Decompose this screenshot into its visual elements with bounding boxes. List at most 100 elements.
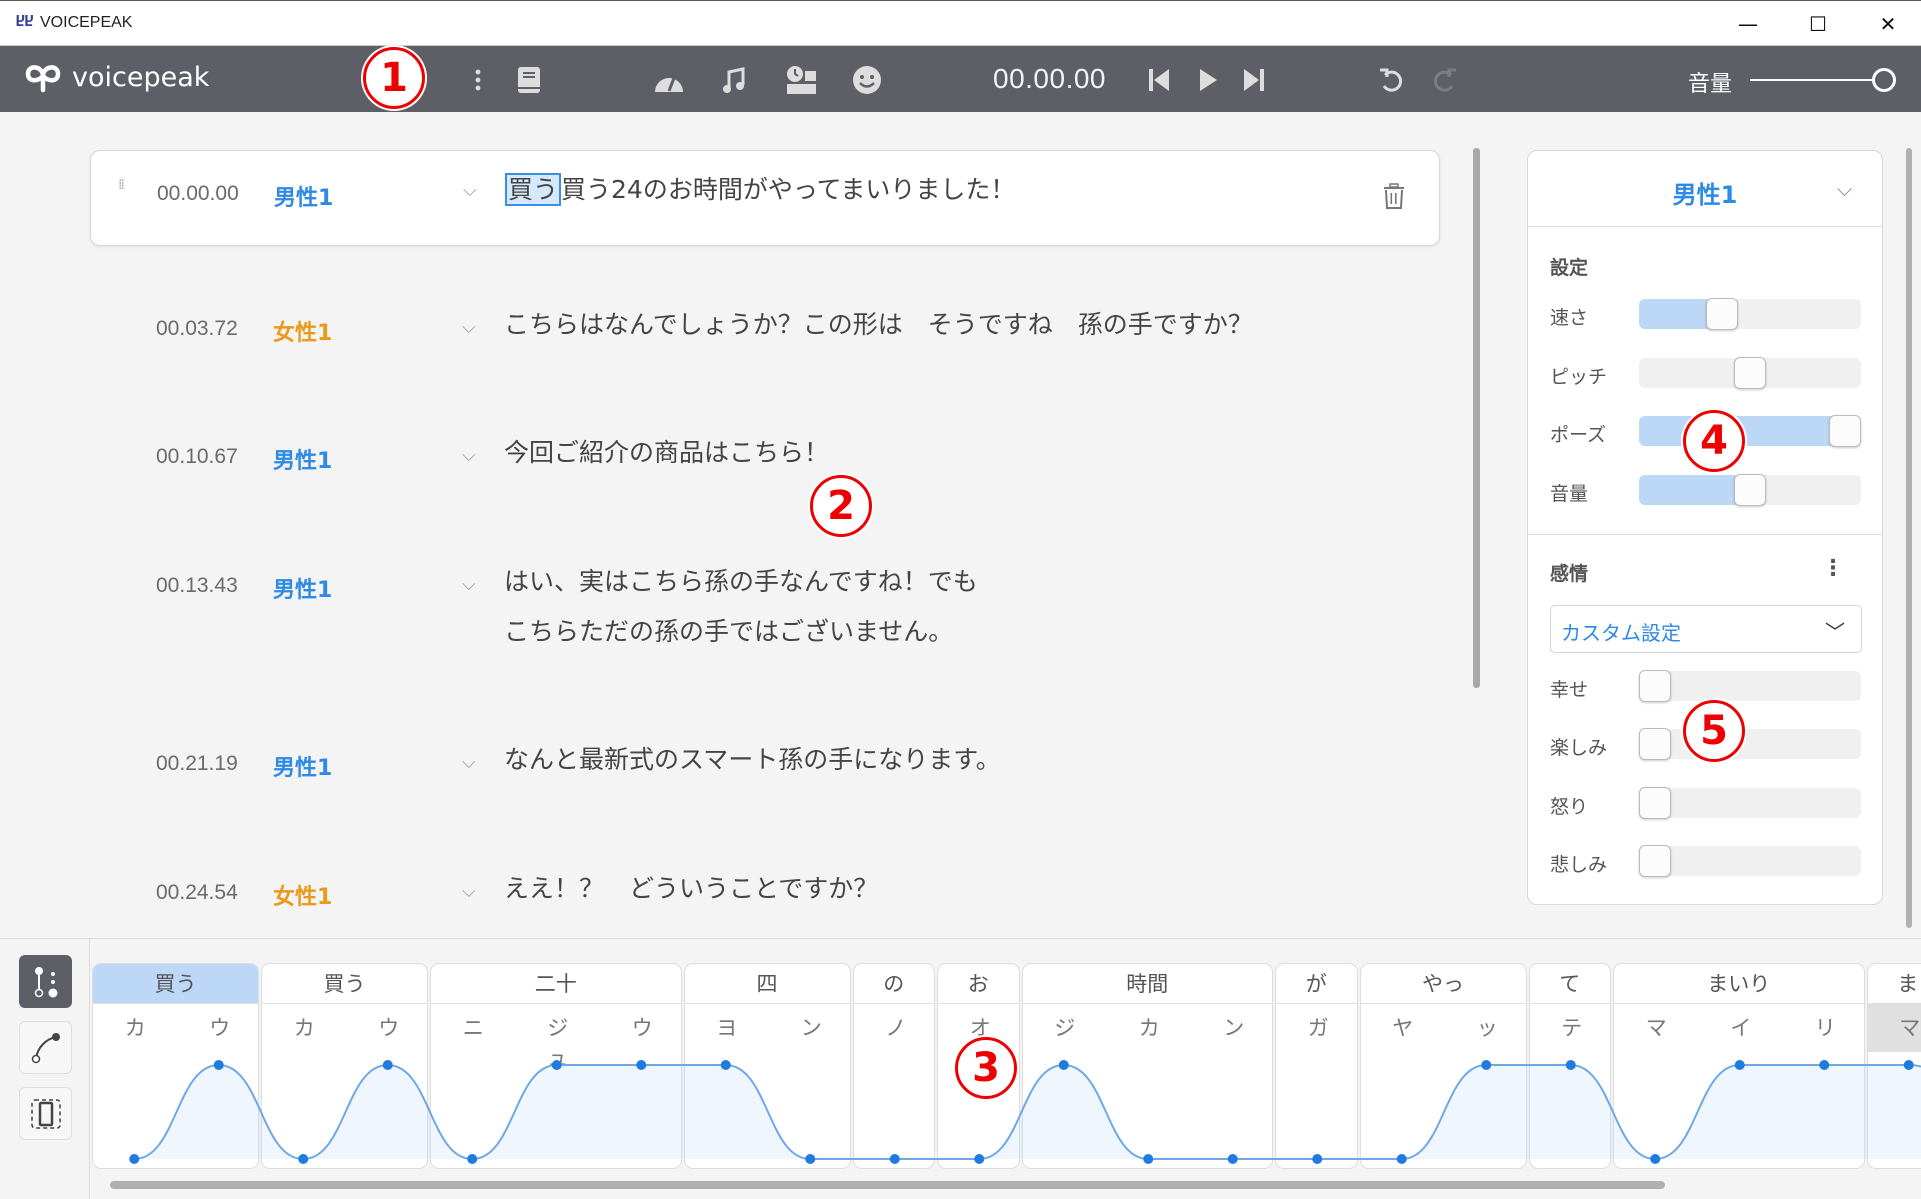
phrase-block[interactable]: まいりマイリ bbox=[1613, 963, 1865, 1169]
mora-label[interactable]: カ bbox=[115, 1012, 155, 1042]
phrase-block[interactable]: 時間ジカン bbox=[1022, 963, 1274, 1169]
speaker-chevron-icon[interactable]: ⌵ bbox=[462, 445, 476, 466]
mora-label[interactable]: ニ bbox=[453, 1012, 493, 1042]
mora-label[interactable]: カ bbox=[1129, 1012, 1169, 1042]
happy-slider[interactable] bbox=[1639, 671, 1861, 701]
delete-row-button[interactable] bbox=[1383, 183, 1405, 213]
row-text[interactable]: なんと最新式のスマート孫の手になります。 bbox=[504, 735, 1001, 785]
range-select-tool-button[interactable] bbox=[19, 1087, 72, 1140]
redo-button[interactable] bbox=[1428, 64, 1462, 96]
pitch-point-tool-button[interactable] bbox=[19, 955, 72, 1008]
mora-label[interactable]: ウ bbox=[200, 1012, 240, 1042]
mora-label[interactable]: ガ bbox=[1298, 1012, 1338, 1042]
slider-knob[interactable] bbox=[1639, 670, 1671, 702]
fun-slider[interactable] bbox=[1639, 729, 1861, 759]
menu-button[interactable] bbox=[461, 64, 495, 96]
skip-to-end-button[interactable] bbox=[1237, 64, 1271, 96]
undo-button[interactable] bbox=[1374, 64, 1408, 96]
script-row[interactable]: 00.03.72 女性1 ⌵ こちらはなんでしょうか？この形は そうですね 孫の… bbox=[90, 297, 1440, 357]
mora-label[interactable]: ノ bbox=[876, 1012, 916, 1042]
mora-label[interactable]: リ bbox=[1805, 1012, 1845, 1042]
mora-label[interactable]: マ bbox=[1890, 1012, 1921, 1042]
mora-label[interactable]: ジ bbox=[1045, 1012, 1085, 1042]
mora-label[interactable]: ン bbox=[791, 1012, 831, 1042]
phrase-block[interactable]: やっヤッ bbox=[1360, 963, 1527, 1169]
mora-label[interactable]: ヤ bbox=[1383, 1012, 1423, 1042]
pitch-slider[interactable] bbox=[1639, 358, 1861, 388]
panel-speaker-select[interactable]: 男性1 ⌵ bbox=[1528, 151, 1882, 227]
row-speaker[interactable]: 男性1 bbox=[274, 180, 333, 212]
row-text[interactable]: はい、実はこちら孫の手なんですね！でもこちらただの孫の手ではございません。 bbox=[504, 557, 978, 657]
sad-slider[interactable] bbox=[1639, 846, 1861, 876]
mora-label[interactable]: ヨ bbox=[707, 1012, 747, 1042]
mora-label[interactable]: ジュ bbox=[538, 1012, 578, 1072]
dictionary-button[interactable] bbox=[512, 64, 546, 96]
phrase-block[interactable]: てテ bbox=[1529, 963, 1612, 1169]
slider-knob[interactable] bbox=[1639, 787, 1671, 819]
row-speaker[interactable]: 女性1 bbox=[273, 315, 332, 347]
phrase-block[interactable]: 買うカウ bbox=[92, 963, 259, 1169]
drag-handle-icon[interactable]: ⁞⁞ bbox=[118, 181, 123, 189]
chevron-down-icon[interactable]: ⌵ bbox=[1837, 177, 1852, 201]
row-text[interactable]: ええ！？ どういうことですか？ bbox=[504, 864, 878, 914]
editor-horizontal-scrollbar[interactable] bbox=[110, 1181, 1665, 1189]
speed-slider[interactable] bbox=[1639, 299, 1861, 329]
slider-knob[interactable] bbox=[1639, 728, 1671, 760]
volume-slider[interactable] bbox=[1639, 475, 1861, 505]
mora-label[interactable]: マ bbox=[1636, 1012, 1676, 1042]
pitch-button[interactable] bbox=[717, 64, 751, 96]
slider-knob[interactable] bbox=[1639, 845, 1671, 877]
row-text-input[interactable]: 買う買う24のお時間がやってまいりました！ bbox=[505, 165, 1015, 215]
row-speaker[interactable]: 男性1 bbox=[273, 572, 332, 604]
curve-tool-button[interactable] bbox=[19, 1021, 72, 1074]
speed-button[interactable] bbox=[652, 64, 686, 96]
master-volume-knob[interactable] bbox=[1872, 68, 1896, 92]
script-row[interactable]: 00.24.54 女性1 ⌵ ええ！？ どういうことですか？ bbox=[90, 861, 1440, 921]
mora-label[interactable]: ン bbox=[1214, 1012, 1254, 1042]
slider-knob[interactable] bbox=[1734, 357, 1766, 389]
phrase-block[interactable]: のノ bbox=[853, 963, 936, 1169]
row-text[interactable]: 今回ご紹介の商品はこちら！ bbox=[504, 428, 829, 478]
master-volume-slider[interactable] bbox=[1750, 79, 1880, 81]
timing-button[interactable] bbox=[784, 64, 818, 96]
close-button[interactable]: ✕ bbox=[1858, 7, 1918, 41]
slider-knob[interactable] bbox=[1829, 415, 1861, 447]
emotion-menu-button[interactable]: ⋮ bbox=[1822, 556, 1844, 581]
phrase-block[interactable]: がガ bbox=[1275, 963, 1358, 1169]
slider-knob[interactable] bbox=[1734, 474, 1766, 506]
mora-label[interactable]: テ bbox=[1552, 1012, 1592, 1042]
speaker-chevron-icon[interactable]: ⌵ bbox=[462, 752, 476, 773]
script-row[interactable]: 00.13.43 男性1 ⌵ はい、実はこちら孫の手なんですね！でもこちらただの… bbox=[90, 554, 1440, 664]
script-row[interactable]: 00.21.19 男性1 ⌵ なんと最新式のスマート孫の手になります。 bbox=[90, 732, 1440, 792]
panel-scrollbar[interactable] bbox=[1906, 148, 1912, 928]
minimize-button[interactable]: — bbox=[1718, 7, 1778, 41]
row-speaker[interactable]: 男性1 bbox=[273, 443, 332, 475]
speaker-chevron-icon[interactable]: ⌵ bbox=[462, 317, 476, 338]
script-row-selected[interactable]: ⁞⁞ 00.00.00 男性1 ⌵ 買う買う24のお時間がやってまいりました！ bbox=[90, 150, 1440, 246]
script-scrollbar[interactable] bbox=[1473, 148, 1480, 688]
script-row[interactable]: 00.10.67 男性1 ⌵ 今回ご紹介の商品はこちら！ bbox=[90, 425, 1440, 485]
row-speaker[interactable]: 女性1 bbox=[273, 879, 332, 911]
row-speaker[interactable]: 男性1 bbox=[273, 750, 332, 782]
mora-label[interactable]: イ bbox=[1721, 1012, 1761, 1042]
speaker-chevron-icon[interactable]: ⌵ bbox=[462, 881, 476, 902]
emotion-preset-select[interactable]: カスタム設定 ﹀ bbox=[1550, 605, 1862, 653]
slider-knob[interactable] bbox=[1706, 298, 1738, 330]
row-text[interactable]: こちらはなんでしょうか？この形は そうですね 孫の手ですか？ bbox=[504, 300, 1253, 350]
phrase-block[interactable]: 買うカウ bbox=[261, 963, 428, 1169]
mora-label[interactable]: ッ bbox=[1467, 1012, 1507, 1042]
phrase-block[interactable]: 四ヨン bbox=[684, 963, 851, 1169]
mora-label[interactable]: ウ bbox=[369, 1012, 409, 1042]
angry-slider[interactable] bbox=[1639, 788, 1861, 818]
mora-label[interactable]: ウ bbox=[622, 1012, 662, 1042]
phrase-block[interactable]: まマ bbox=[1867, 963, 1921, 1169]
skip-to-start-button[interactable] bbox=[1142, 64, 1176, 96]
play-button[interactable] bbox=[1191, 64, 1225, 96]
mora-label[interactable]: カ bbox=[284, 1012, 324, 1042]
phrase-block[interactable]: 二十ニジュウ bbox=[430, 963, 682, 1169]
emotion-button[interactable] bbox=[850, 64, 884, 96]
selected-word-highlight[interactable]: 買う bbox=[505, 173, 561, 206]
maximize-button[interactable]: ☐ bbox=[1788, 7, 1848, 41]
speaker-chevron-icon[interactable]: ⌵ bbox=[463, 180, 477, 201]
speaker-chevron-icon[interactable]: ⌵ bbox=[462, 574, 476, 595]
